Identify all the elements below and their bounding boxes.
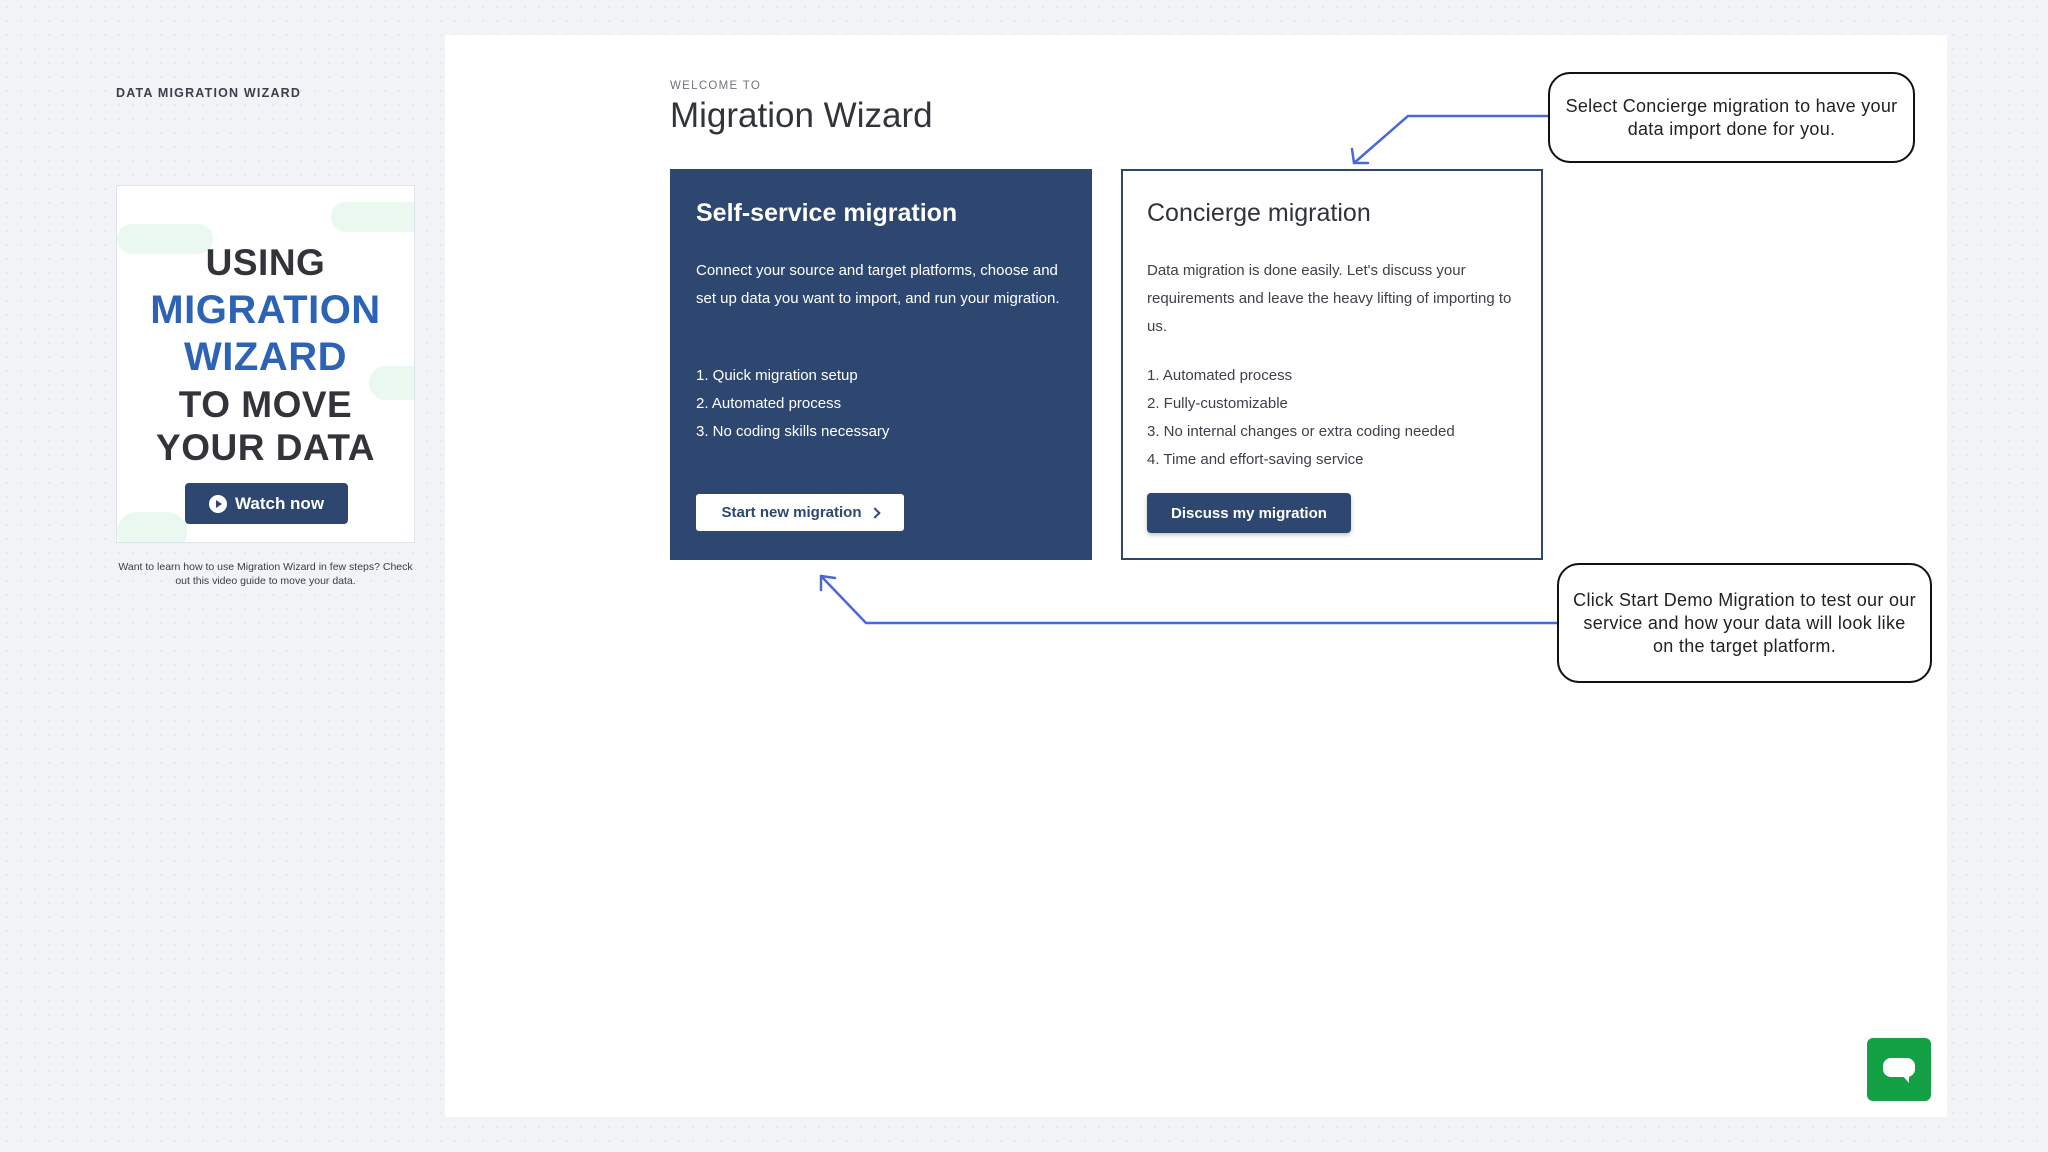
chat-button[interactable] [1867, 1038, 1931, 1101]
watch-now-button[interactable]: Watch now [185, 483, 348, 524]
chevron-right-icon [868, 506, 881, 519]
chat-bubble-icon [1883, 1057, 1915, 1083]
self-service-features: 1. Quick migration setup 2. Automated pr… [696, 362, 889, 446]
concierge-features: 1. Automated process 2. Fully-customizab… [1147, 362, 1455, 474]
concierge-title: Concierge migration [1147, 199, 1371, 227]
self-service-title: Self-service migration [696, 199, 958, 227]
concierge-callout-text: Select Concierge migration to have your … [1565, 95, 1898, 139]
concierge-card: Concierge migration Data migration is do… [1121, 169, 1543, 560]
video-title-line: USING [205, 242, 326, 283]
list-item: 3. No coding skills necessary [696, 423, 890, 440]
play-icon [208, 494, 227, 513]
welcome-label: WELCOME TO [670, 80, 762, 92]
list-item: 2. Fully-customizable [1147, 395, 1288, 412]
list-item: 2. Automated process [696, 395, 842, 412]
list-item: 4. Time and effort-saving service [1147, 451, 1364, 468]
concierge-callout: Select Concierge migration to have your … [1548, 72, 1915, 163]
demo-callout: Click Start Demo Migration to test our o… [1557, 563, 1932, 683]
discuss-my-migration-button[interactable]: Discuss my migration [1147, 493, 1351, 533]
video-title-line: MIGRATION [150, 288, 381, 332]
watch-now-label: Watch now [234, 493, 325, 513]
list-item: 1. Automated process [1147, 367, 1293, 384]
sidebar-title: DATA MIGRATION WIZARD [116, 86, 302, 100]
video-title-line: TO MOVE [178, 384, 353, 425]
page-title: Migration Wizard [670, 96, 933, 135]
concierge-description: Data migration is done easily. Let's dis… [1147, 262, 1512, 335]
start-new-migration-label: Start new migration [721, 504, 862, 521]
video-title-line: WIZARD [184, 335, 347, 379]
list-item: 3. No internal changes or extra coding n… [1147, 423, 1455, 440]
start-new-migration-button[interactable]: Start new migration [696, 494, 904, 531]
self-service-description: Connect your source and target platforms… [696, 262, 1060, 307]
list-item: 1. Quick migration setup [696, 367, 858, 384]
decor-blob [117, 512, 187, 542]
self-service-card: Self-service migration Connect your sour… [670, 169, 1092, 560]
demo-callout-text: Click Start Demo Migration to test our o… [1573, 589, 1916, 656]
video-caption: Want to learn how to use Migration Wizar… [118, 561, 413, 587]
video-thumbnail[interactable]: USING MIGRATION WIZARD TO MOVE YOUR DATA… [116, 185, 415, 543]
video-title-line: YOUR DATA [156, 427, 375, 468]
decor-blob [331, 202, 414, 232]
